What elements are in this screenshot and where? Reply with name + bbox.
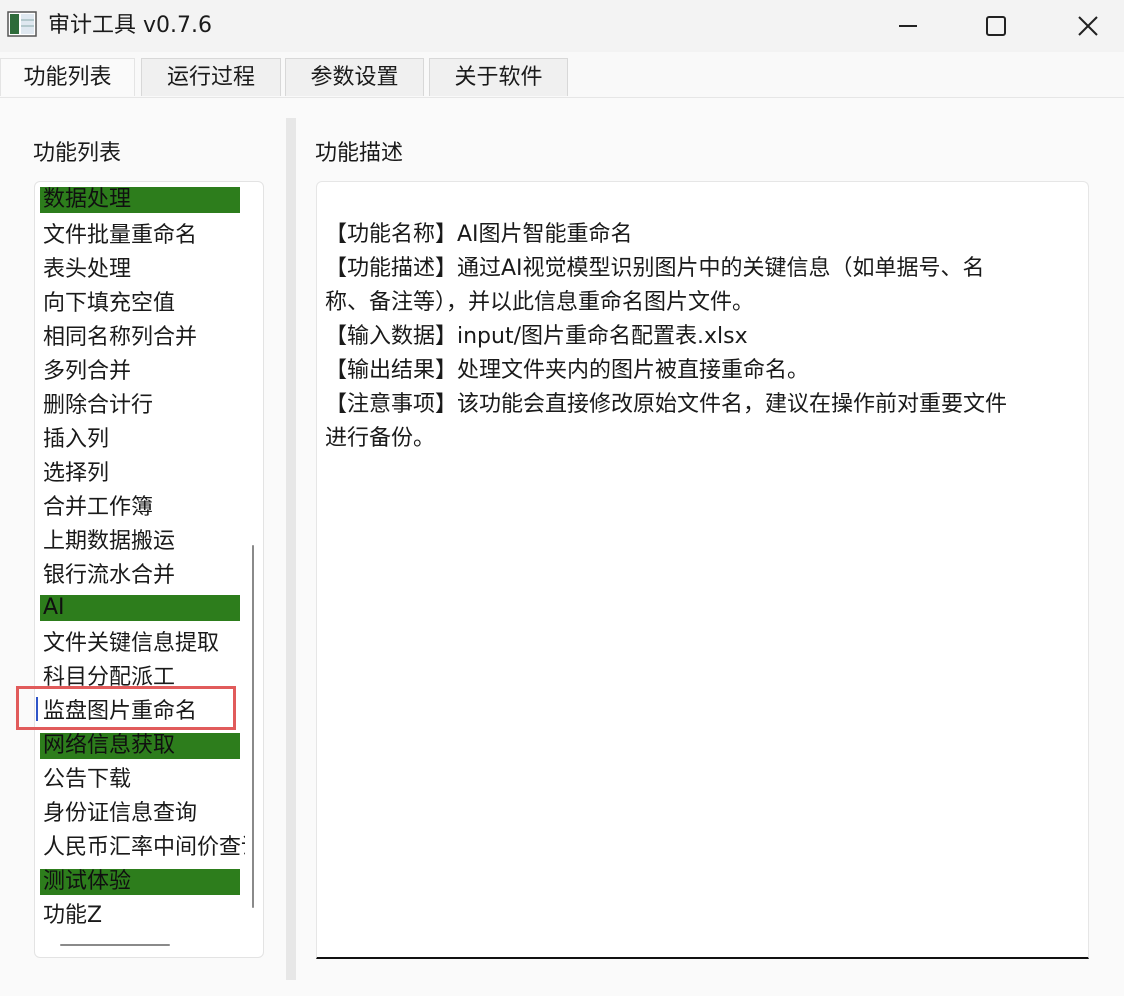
selection-caret <box>36 697 38 721</box>
tab-run-process[interactable]: 运行过程 <box>141 58 281 96</box>
tab-bar: 功能列表 运行过程 参数设置 关于软件 <box>0 58 1124 98</box>
list-category[interactable]: 网络信息获取 <box>40 733 240 759</box>
function-list[interactable]: 数据处理文件批量重命名 表头处理 向下填充空值 相同名称列合并 多列合并 删除合计行 插入列… <box>34 181 264 958</box>
function-description-heading: 功能描述 <box>315 141 404 166</box>
list-item[interactable]: 身份证信息查询 <box>40 797 245 831</box>
close-button[interactable] <box>1060 0 1116 52</box>
list-item[interactable]: 删除合计行 <box>40 389 245 423</box>
vertical-scrollbar[interactable] <box>252 545 254 908</box>
maximize-icon <box>986 16 1006 36</box>
function-list-heading: 功能列表 <box>33 141 122 166</box>
list-item[interactable]: 文件关键信息提取 <box>40 627 245 661</box>
minimize-icon <box>899 25 917 27</box>
horizontal-scrollbar[interactable] <box>60 944 170 946</box>
list-item[interactable]: 功能Z <box>40 899 245 933</box>
list-item[interactable]: 人民币汇率中间价查询 <box>40 831 245 865</box>
list-item[interactable]: 多列合并 <box>40 355 245 389</box>
minimize-button[interactable] <box>880 0 936 52</box>
tab-about[interactable]: 关于软件 <box>429 58 568 96</box>
list-category[interactable]: 测试体验 <box>40 869 240 895</box>
list-item[interactable]: 合并工作簿 <box>40 491 245 525</box>
list-item[interactable]: 表头处理 <box>40 253 245 287</box>
list-item[interactable]: 插入列 <box>40 423 245 457</box>
title-bar: 审计工具 v0.7.6 <box>0 0 1124 52</box>
description-line: 【输出结果】处理文件夹内的图片被直接重命名。 <box>325 358 810 383</box>
maximize-button[interactable] <box>968 0 1024 52</box>
tab-function-list[interactable]: 功能列表 <box>0 58 135 96</box>
description-line: 【输入数据】input/图片重命名配置表.xlsx <box>325 324 748 349</box>
app-icon <box>7 11 37 37</box>
list-item[interactable]: 相同名称列合并 <box>40 321 245 355</box>
list-item[interactable]: 公告下载 <box>40 763 245 797</box>
panel-splitter[interactable] <box>286 118 296 980</box>
list-item[interactable]: 上期数据搬运 <box>40 525 245 559</box>
description-line: 称、备注等），并以此信息重命名图片文件。 <box>325 290 755 315</box>
list-category[interactable]: AI <box>40 595 240 621</box>
window-title: 审计工具 v0.7.6 <box>48 13 212 38</box>
selection-highlight <box>16 686 236 730</box>
tab-parameters[interactable]: 参数设置 <box>285 58 424 96</box>
description-line: 进行备份。 <box>325 426 436 451</box>
list-item[interactable]: 向下填充空值 <box>40 287 245 321</box>
description-line: 【功能描述】通过AI视觉模型识别图片中的关键信息（如单据号、名 <box>325 256 985 281</box>
list-item[interactable]: 选择列 <box>40 457 245 491</box>
list-category[interactable]: 数据处理 <box>40 187 240 213</box>
close-icon <box>1078 16 1098 36</box>
list-item[interactable]: 银行流水合并 <box>40 559 245 593</box>
list-item[interactable]: 文件批量重命名 <box>40 219 245 253</box>
description-line: 【功能名称】AI图片智能重命名 <box>325 222 633 247</box>
description-line: 【注意事项】该功能会直接修改原始文件名，建议在操作前对重要文件 <box>325 392 1008 417</box>
description-textbox[interactable]: 【功能名称】AI图片智能重命名【功能描述】通过AI视觉模型识别图片中的关键信息（… <box>316 181 1089 959</box>
